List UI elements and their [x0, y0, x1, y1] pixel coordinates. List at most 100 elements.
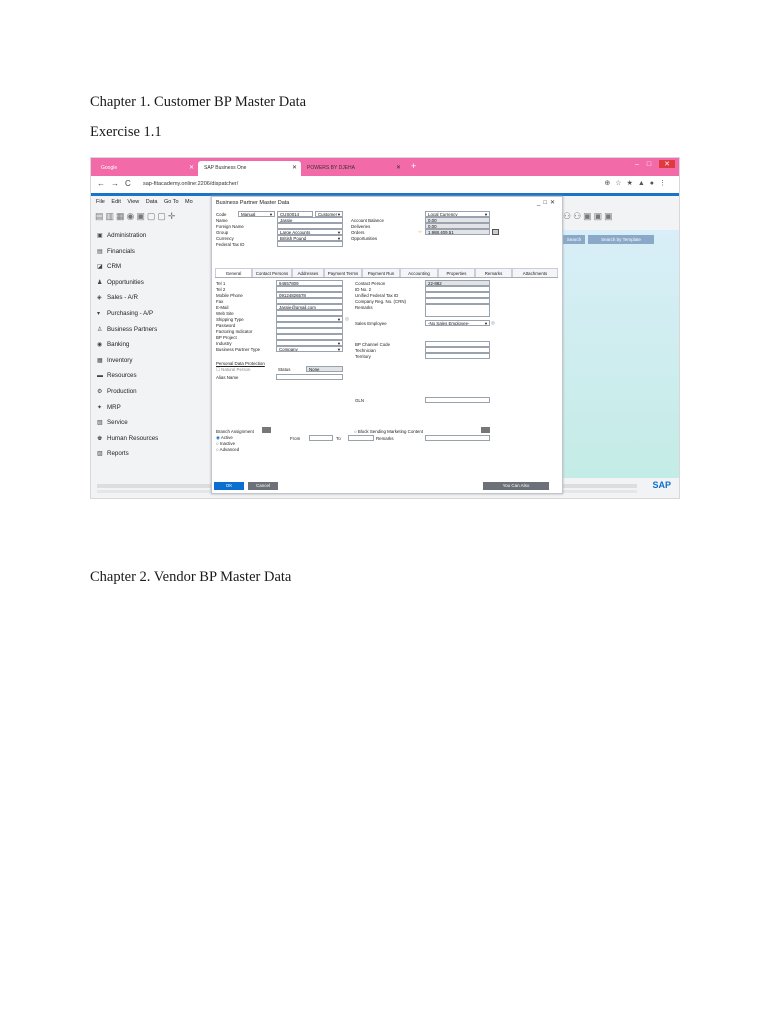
block-marketing-checkbox[interactable]: ○ Block Sending Marketing Content: [354, 429, 423, 434]
tab-attachments[interactable]: Attachments: [512, 268, 558, 277]
you-can-also-button[interactable]: You Can Also: [483, 482, 549, 490]
close-icon[interactable]: ✕: [396, 161, 401, 176]
sidebar-item-reports[interactable]: ▨ Reports: [91, 446, 211, 462]
menu-file[interactable]: File: [96, 199, 105, 205]
search-by-template-button[interactable]: Search by Template: [588, 235, 654, 244]
cancel-button[interactable]: Cancel: [248, 482, 278, 490]
gln-input[interactable]: [425, 397, 490, 403]
advanced-label: Advanced: [219, 447, 240, 452]
link-icon[interactable]: ◎: [491, 320, 495, 326]
menu-data[interactable]: Data: [146, 199, 158, 205]
browser-tool-icons[interactable]: ⊕☆★▲●⋮: [604, 179, 671, 187]
email-label: E-Mail: [216, 305, 229, 310]
menu-view[interactable]: View: [127, 199, 139, 205]
sidebar-item-production[interactable]: ⚙ Production: [91, 384, 211, 400]
chapter-2-heading: Chapter 2. Vendor BP Master Data: [90, 569, 292, 585]
close-icon[interactable]: ✕: [292, 161, 297, 176]
alias-input[interactable]: [276, 374, 343, 380]
block-marketing-button[interactable]: [481, 427, 490, 433]
remarks2-input[interactable]: [425, 435, 490, 441]
inactive-radio[interactable]: ○ Inactive: [216, 441, 235, 446]
sidebar-item-sales[interactable]: ◈ Sales - A/R: [91, 290, 211, 306]
sidebar-item-mrp[interactable]: ✦ MRP: [91, 400, 211, 416]
sidebar-item-service[interactable]: ▧ Service: [91, 415, 211, 431]
sidebar-item-administration[interactable]: ▣ Administration: [91, 228, 211, 244]
tab-label: POWERS BY DJEHA: [307, 165, 355, 171]
sidebar-item-label: Sales - A/R: [107, 294, 138, 302]
federal-tax-input[interactable]: [277, 241, 343, 247]
url-input[interactable]: sap-fitacademy.online:2206/dispatcher/: [143, 181, 238, 187]
sidebar-item-financials[interactable]: ▤ Financials: [91, 244, 211, 260]
sidebar-item-purchasing[interactable]: ▾ Purchasing - A/P: [91, 306, 211, 322]
to-date-input[interactable]: [348, 435, 374, 441]
dropdown-icon: ▼: [337, 347, 341, 352]
mrp-icon: ✦: [97, 404, 103, 411]
bp-type-partner-value: Company: [279, 347, 298, 352]
sidebar-item-human-resources[interactable]: ♚ Human Resources: [91, 431, 211, 447]
tab-properties[interactable]: Properties: [438, 268, 475, 277]
technician-label: Technician: [355, 348, 376, 353]
menu-more[interactable]: Mo: [185, 199, 193, 205]
minimize-icon[interactable]: –: [635, 161, 639, 168]
nav-icons[interactable]: ←→C: [97, 179, 137, 188]
tab-accounting[interactable]: Accounting: [400, 268, 438, 277]
sidebar-item-resources[interactable]: ▬ Resources: [91, 368, 211, 384]
admin-icon: ▣: [97, 233, 103, 239]
browser-tab-google[interactable]: Google ✕: [95, 161, 198, 176]
purchasing-icon: ▾: [97, 310, 101, 317]
link-arrow-icon[interactable]: ⇨: [418, 229, 422, 235]
territory-input[interactable]: [425, 353, 490, 359]
code-series-select[interactable]: Manual ▼: [238, 211, 275, 217]
pdp-label[interactable]: Personal Data Protection: [216, 361, 265, 366]
website-label: Web Site: [216, 311, 234, 316]
dialog-window-controls[interactable]: _□✕: [537, 199, 558, 206]
browser-tab-sap[interactable]: SAP Business One ✕: [198, 161, 301, 176]
sidebar-item-opportunities[interactable]: ♟ Opportunities: [91, 275, 211, 291]
new-tab-icon[interactable]: +: [411, 161, 416, 171]
natural-person-checkbox[interactable]: ☐ Natural Person: [216, 367, 250, 373]
factoring-label: Factoring Indicator: [216, 329, 253, 334]
toolbar-icons-right[interactable]: ⚇⚇▣▣▣: [563, 211, 615, 222]
inactive-label: Inactive: [219, 441, 236, 446]
banking-icon: ◉: [97, 342, 103, 349]
sidebar-item-label: Human Resources: [107, 434, 159, 442]
sidebar-item-label: Administration: [107, 232, 147, 239]
tab-payment-terms[interactable]: Payment Terms: [324, 268, 362, 277]
toolbar-icons[interactable]: ▤▥▦◉▣▢▢✛: [95, 211, 177, 222]
remarks-input[interactable]: [425, 304, 490, 317]
tab-addresses[interactable]: Addresses: [292, 268, 324, 277]
sidebar-item-label: Financials: [107, 247, 135, 255]
hr-icon: ♚: [97, 435, 103, 442]
search-button[interactable]: Search: [563, 235, 585, 244]
sidebar-item-crm[interactable]: ◪ CRM: [91, 259, 211, 275]
close-window-icon[interactable]: ✕: [659, 160, 675, 168]
from-date-input[interactable]: [309, 435, 333, 441]
ok-button[interactable]: OK: [214, 482, 244, 490]
orders-detail-button[interactable]: [492, 229, 499, 235]
browser-tab-powers[interactable]: POWERS BY DJEHA ✕: [301, 161, 405, 176]
alias-label: Alias Name: [216, 375, 239, 380]
tab-remarks[interactable]: Remarks: [475, 268, 512, 277]
sap-logo: SAP: [652, 480, 671, 490]
dialog-title: Business Partner Master Data: [216, 200, 290, 206]
maximize-icon[interactable]: □: [647, 161, 651, 168]
tab-general[interactable]: General: [215, 268, 252, 277]
sidebar-item-inventory[interactable]: ▦ Inventory: [91, 353, 211, 369]
branch-assignment-button[interactable]: [262, 427, 271, 433]
sidebar-item-banking[interactable]: ◉ Banking: [91, 337, 211, 353]
unified-tax-label: Unified Federal Tax ID: [355, 293, 399, 298]
password-label: Password: [216, 323, 236, 328]
bp-type-label: Business Partner Type: [216, 347, 261, 352]
sidebar-item-business-partners[interactable]: ♙ Business Partners: [91, 322, 211, 338]
menu-edit[interactable]: Edit: [111, 199, 120, 205]
advanced-radio[interactable]: ○ Advanced: [216, 447, 239, 452]
menu-goto[interactable]: Go To: [164, 199, 179, 205]
sidebar-item-label: Resources: [107, 372, 137, 380]
tab-contact-persons[interactable]: Contact Persons: [252, 268, 292, 277]
bp-type-partner-select[interactable]: Company ▼: [276, 346, 343, 352]
crm-icon: ◪: [97, 264, 103, 271]
link-icon[interactable]: ◎: [345, 316, 349, 322]
tab-payment-run[interactable]: Payment Run: [362, 268, 400, 277]
sales-employee-select[interactable]: -No Sales Employee- ▼: [425, 320, 490, 326]
close-icon[interactable]: ✕: [189, 161, 194, 176]
